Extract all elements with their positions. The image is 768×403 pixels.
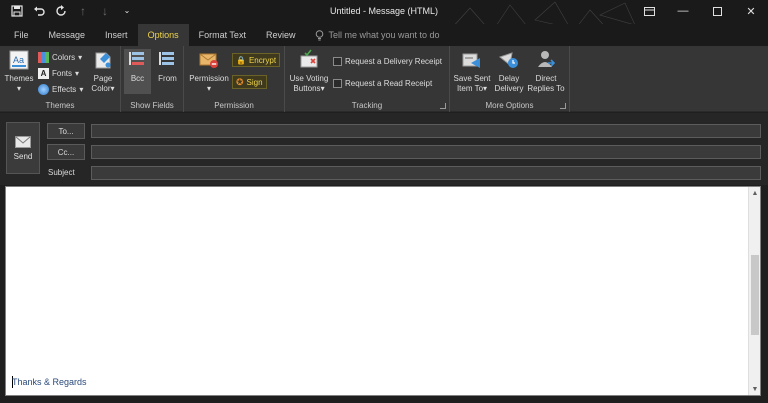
direct-replies-icon <box>538 51 556 67</box>
window-controls: — ✕ <box>632 0 768 22</box>
voting-label-2: Buttons <box>293 84 321 93</box>
read-receipt-checkbox[interactable]: Request a Read Receipt <box>333 76 432 90</box>
themes-group-label: Themes <box>45 101 75 110</box>
bcc-label: Bcc <box>130 74 145 83</box>
effects-label: Effects <box>52 84 77 94</box>
scroll-thumb[interactable] <box>751 255 759 335</box>
to-field[interactable] <box>91 124 761 138</box>
show-fields-group-label: Show Fields <box>130 101 174 110</box>
ribbon: Aa Themes ▾ Colors ▾ A Fonts ▾ Effects ▾ Pag… <box>0 46 768 112</box>
show-fields-group: Bcc From Show Fields <box>121 46 184 112</box>
direct-replies-button[interactable]: Direct Replies To <box>526 49 566 94</box>
sign-button[interactable]: ✪ Sign <box>232 75 267 89</box>
permission-icon <box>199 53 218 68</box>
tab-file[interactable]: File <box>4 24 39 46</box>
read-receipt-label: Request a Read Receipt <box>345 78 433 88</box>
sign-label: Sign <box>246 77 263 87</box>
bcc-button[interactable]: Bcc <box>124 49 151 94</box>
permission-group: Permission ▾ 🔒 Encrypt ✪ Sign Permission <box>184 46 285 112</box>
save-sent-label-2: Item To <box>456 84 484 93</box>
fonts-icon: A <box>38 67 49 79</box>
themes-group: Aa Themes ▾ Colors ▾ A Fonts ▾ Effects ▾ Pag… <box>0 46 121 112</box>
permission-group-label: Permission <box>214 101 254 110</box>
ribbon-seal-icon: ✪ <box>236 76 244 87</box>
effects-button[interactable]: Effects ▾ <box>38 82 83 96</box>
delay-delivery-button[interactable]: Delay Delivery <box>492 49 526 94</box>
themes-icon: Aa <box>9 50 29 70</box>
fonts-button[interactable]: A Fonts ▾ <box>38 66 79 80</box>
colors-label: Colors <box>52 52 76 62</box>
voting-label-1: Use Voting <box>289 74 329 83</box>
send-button[interactable]: Send <box>6 122 40 174</box>
permission-button[interactable]: Permission ▾ <box>187 49 231 94</box>
tab-format-text[interactable]: Format Text <box>189 24 256 46</box>
tracking-group: Use Voting Buttons▾ Request a Delivery R… <box>285 46 450 112</box>
from-icon <box>158 52 174 65</box>
bcc-icon <box>128 52 144 65</box>
colors-button[interactable]: Colors ▾ <box>38 50 82 64</box>
tab-insert[interactable]: Insert <box>95 24 138 46</box>
save-sent-item-button[interactable]: Save Sent Item To▾ <box>453 49 491 94</box>
delivery-receipt-label: Request a Delivery Receipt <box>345 56 442 66</box>
direct-label-2: Replies To <box>527 84 565 93</box>
subject-field[interactable] <box>91 166 761 180</box>
ribbon-tabs: File Message Insert Options Format Text … <box>0 24 768 46</box>
encrypt-button[interactable]: 🔒 Encrypt <box>232 53 281 67</box>
page-color-label-1: Page <box>93 74 113 83</box>
tab-review[interactable]: Review <box>256 24 306 46</box>
read-receipt-check[interactable] <box>333 78 342 88</box>
scroll-up-icon[interactable]: ▲ <box>749 187 761 199</box>
more-options-group: Save Sent Item To▾ Delay Delivery Direct… <box>450 46 570 112</box>
body-scrollbar[interactable]: ▲ ▼ <box>748 187 760 395</box>
message-body[interactable]: Thanks & Regards ▲ ▼ <box>5 186 761 396</box>
permission-label: Permission <box>189 74 229 83</box>
more-options-group-label: More Options <box>485 101 534 110</box>
direct-label-1: Direct <box>535 74 557 83</box>
page-color-label-2: Color <box>91 84 111 93</box>
colors-icon <box>38 51 49 63</box>
title-bar: ↑ ↓ ⌄ Untitled - Message (HTML) — ✕ <box>0 0 768 37</box>
minimize-icon[interactable]: — <box>666 0 700 22</box>
tell-me-placeholder: Tell me what you want to do <box>328 30 440 40</box>
themes-button[interactable]: Aa Themes ▾ <box>4 49 34 94</box>
more-options-dialog-launcher-icon[interactable] <box>560 103 566 109</box>
cc-field[interactable] <box>91 145 761 159</box>
signature-text: Thanks & Regards <box>12 377 87 387</box>
encrypt-label: Encrypt <box>248 55 277 65</box>
subject-label: Subject <box>48 168 75 177</box>
delay-label-1: Delay <box>498 74 520 83</box>
tracking-group-label: Tracking <box>351 101 383 110</box>
delay-delivery-icon <box>498 52 518 68</box>
cc-button[interactable]: Cc... <box>47 144 85 160</box>
from-label: From <box>158 74 177 83</box>
to-button[interactable]: To... <box>47 123 85 139</box>
tell-me-search[interactable]: Tell me what you want to do <box>305 24 449 46</box>
maximize-icon[interactable] <box>700 0 734 22</box>
send-icon <box>15 135 31 148</box>
page-color-button[interactable]: Page Color▾ <box>88 49 118 94</box>
fonts-label: Fonts <box>52 68 73 78</box>
scroll-down-icon[interactable]: ▼ <box>749 383 761 395</box>
delivery-receipt-check[interactable] <box>333 56 342 66</box>
delivery-receipt-checkbox[interactable]: Request a Delivery Receipt <box>333 54 442 68</box>
save-sent-item-icon <box>462 53 480 68</box>
delay-label-2: Delivery <box>494 84 524 93</box>
page-color-icon <box>95 52 111 69</box>
from-button[interactable]: From <box>154 49 181 84</box>
effects-icon <box>38 83 49 95</box>
tab-options[interactable]: Options <box>137 24 189 46</box>
svg-text:Aa: Aa <box>13 55 24 65</box>
lock-icon: 🔒 <box>236 55 246 65</box>
ribbon-display-options-icon[interactable] <box>632 0 666 22</box>
close-icon[interactable]: ✕ <box>734 0 768 22</box>
voting-buttons-icon <box>300 49 318 68</box>
tracking-dialog-launcher-icon[interactable] <box>440 103 446 109</box>
message-header: Send To... Cc... Subject <box>0 113 768 185</box>
tab-message[interactable]: Message <box>39 24 96 46</box>
send-label: Send <box>13 151 33 161</box>
themes-label: Themes <box>4 74 34 83</box>
lightbulb-icon <box>316 29 324 40</box>
voting-buttons-button[interactable]: Use Voting Buttons▾ <box>287 49 331 94</box>
save-sent-label-1: Save Sent <box>453 74 491 83</box>
